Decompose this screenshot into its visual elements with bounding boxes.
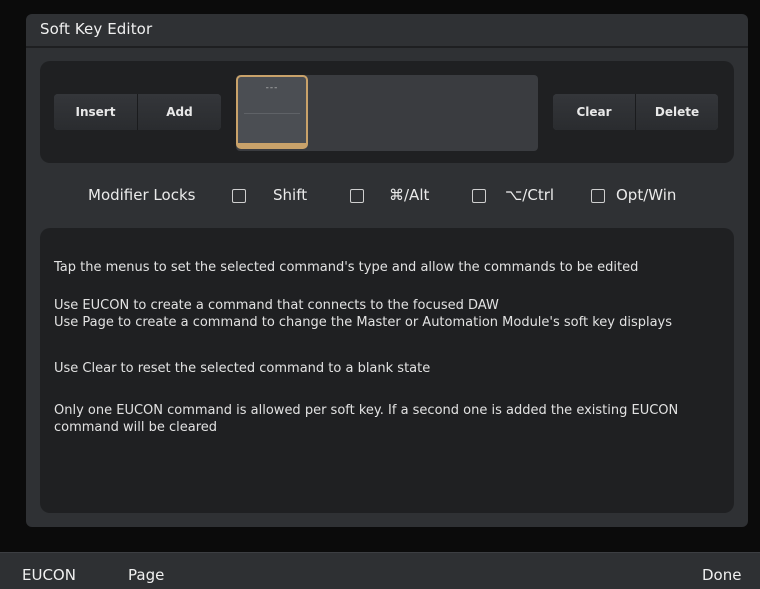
page-button[interactable]: Page bbox=[128, 566, 164, 584]
help-text-page: Use Page to create a command to change t… bbox=[54, 315, 673, 330]
done-button[interactable]: Done bbox=[702, 566, 741, 584]
insert-button[interactable]: Insert bbox=[54, 94, 137, 130]
help-text-clear: Use Clear to reset the selected command … bbox=[54, 361, 431, 376]
opt-win-label[interactable]: Opt/Win bbox=[616, 186, 676, 204]
delete-button[interactable]: Delete bbox=[635, 94, 718, 130]
title-divider bbox=[26, 46, 748, 48]
opt-ctrl-checkbox[interactable] bbox=[472, 189, 486, 203]
softkey-selection-indicator bbox=[238, 143, 306, 147]
softkey-label: --- bbox=[265, 83, 279, 93]
clear-delete-group: Clear Delete bbox=[553, 94, 718, 130]
insert-add-group: Insert Add bbox=[54, 94, 221, 130]
add-button[interactable]: Add bbox=[137, 94, 221, 130]
shift-label[interactable]: Shift bbox=[273, 186, 307, 204]
opt-win-checkbox[interactable] bbox=[591, 189, 605, 203]
modifier-locks-row: Modifier Locks Shift ⌘/Alt ⌥/Ctrl Opt/Wi… bbox=[0, 186, 760, 208]
help-text-eucon-limit: Only one EUCON command is allowed per so… bbox=[54, 403, 679, 435]
cmd-alt-label[interactable]: ⌘/Alt bbox=[389, 186, 429, 204]
softkey-toolbar: Insert Add --- Clear Delete bbox=[40, 61, 734, 163]
soft-key-editor-window: Soft Key Editor Insert Add --- Clear Del… bbox=[0, 0, 760, 589]
bottom-nav-bar: EUCON Page Done bbox=[0, 552, 760, 589]
opt-ctrl-label[interactable]: ⌥/Ctrl bbox=[505, 186, 554, 204]
selected-softkey[interactable]: --- bbox=[236, 75, 308, 149]
cmd-alt-checkbox[interactable] bbox=[350, 189, 364, 203]
bottom-bar-divider bbox=[0, 552, 760, 553]
clear-button[interactable]: Clear bbox=[553, 94, 635, 130]
softkey-divider bbox=[244, 113, 300, 114]
help-panel: Tap the menus to set the selected comman… bbox=[40, 228, 734, 513]
eucon-button[interactable]: EUCON bbox=[22, 566, 76, 584]
help-text-eucon: Use EUCON to create a command that conne… bbox=[54, 298, 499, 313]
modifier-locks-label: Modifier Locks bbox=[88, 186, 196, 204]
page-title: Soft Key Editor bbox=[40, 20, 153, 38]
help-text-menus: Tap the menus to set the selected comman… bbox=[54, 260, 639, 275]
shift-checkbox[interactable] bbox=[232, 189, 246, 203]
